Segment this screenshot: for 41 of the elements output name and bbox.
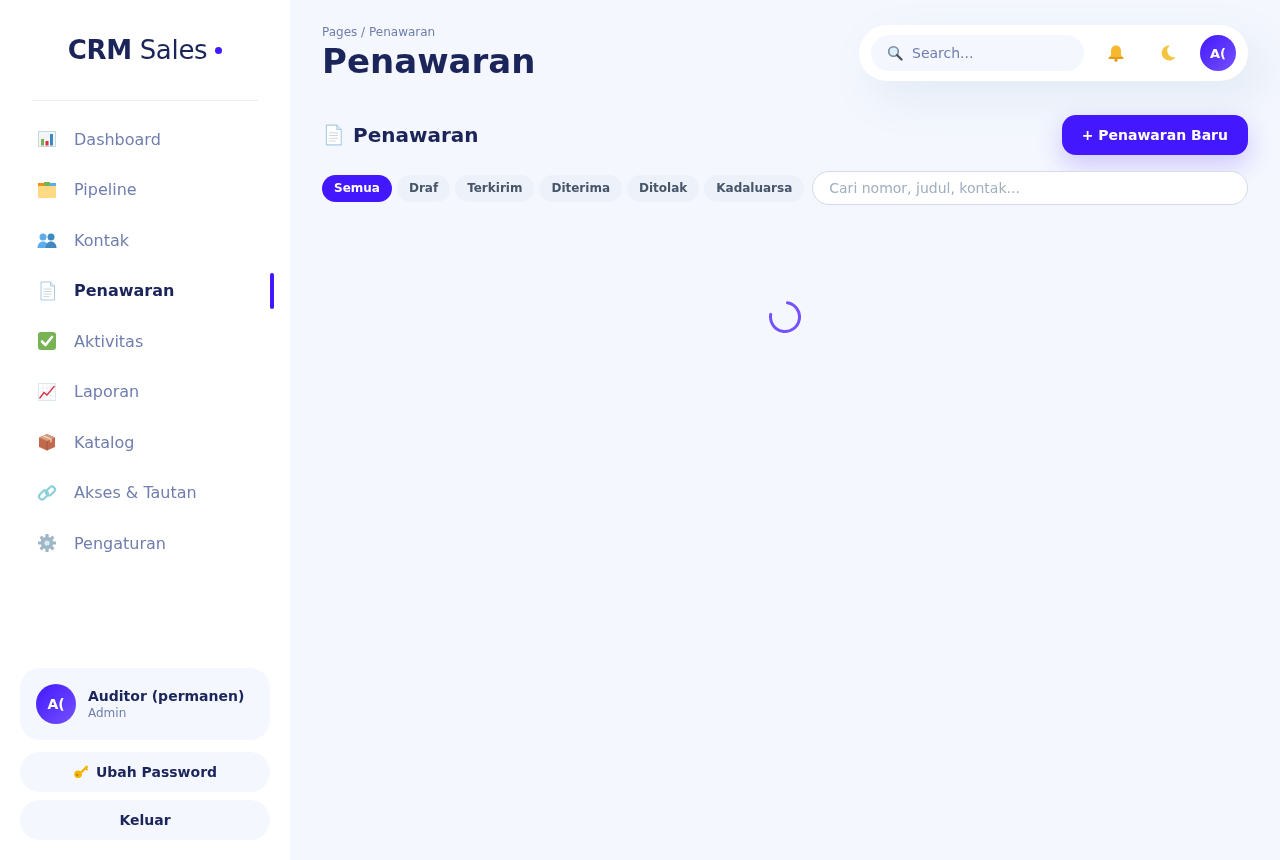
avatar[interactable]: A( bbox=[36, 684, 76, 724]
nav-item[interactable]: Akses & Tautan bbox=[20, 467, 274, 518]
nav-item[interactable]: Pipeline bbox=[20, 164, 274, 215]
new-offer-button[interactable]: + Penawaran Baru bbox=[1061, 115, 1248, 155]
section-title: Penawaran bbox=[353, 123, 479, 147]
breadcrumb: Pages / Penawaran bbox=[322, 24, 437, 40]
nav-item[interactable]: Laporan bbox=[20, 366, 274, 417]
search-field[interactable]: Cari nomor, judul, kontak... bbox=[812, 171, 1248, 205]
search-icon bbox=[887, 45, 903, 61]
line-chart-icon bbox=[37, 381, 57, 402]
logout-button[interactable]: Keluar bbox=[20, 800, 270, 840]
logo-dot-icon bbox=[215, 46, 223, 54]
key-icon bbox=[72, 763, 90, 781]
card-index-icon bbox=[37, 179, 57, 200]
gear-icon bbox=[37, 533, 57, 554]
nav-item[interactable]: Kontak bbox=[20, 215, 274, 266]
nav-item[interactable]: Pengaturan bbox=[20, 518, 274, 569]
search-field[interactable]: Search... bbox=[871, 35, 1084, 71]
package-icon bbox=[37, 432, 57, 453]
bar-chart-icon bbox=[37, 129, 57, 150]
filter-tab[interactable]: Ditolak bbox=[627, 174, 700, 202]
filter-tab[interactable]: Kadaluarsa bbox=[704, 174, 805, 202]
bell-icon[interactable] bbox=[1107, 44, 1125, 62]
change-password-button[interactable]: Ubah Password bbox=[20, 752, 270, 792]
filter-tab[interactable]: Terkirim bbox=[455, 174, 535, 202]
filter-tab[interactable]: Draf bbox=[396, 174, 451, 202]
avatar[interactable]: A( bbox=[1200, 35, 1236, 71]
filter-tab[interactable]: Semua bbox=[322, 174, 392, 202]
moon-icon[interactable] bbox=[1159, 44, 1177, 62]
nav-item[interactable]: Dashboard bbox=[20, 114, 274, 165]
filter-tab[interactable]: Diterima bbox=[539, 174, 622, 202]
document-icon bbox=[37, 280, 57, 301]
link-icon bbox=[37, 482, 57, 503]
nav-item[interactable]: Aktivitas bbox=[20, 316, 274, 367]
check-box-icon bbox=[37, 331, 57, 352]
nav-item[interactable]: Katalog bbox=[20, 417, 274, 468]
page-title: Penawaran bbox=[322, 40, 536, 82]
user-role: Admin bbox=[88, 706, 128, 720]
logo: CRM Sales bbox=[67, 35, 208, 65]
user-name: Auditor (permanen) bbox=[88, 688, 245, 704]
nav-item[interactable]: Penawaran bbox=[20, 265, 274, 316]
